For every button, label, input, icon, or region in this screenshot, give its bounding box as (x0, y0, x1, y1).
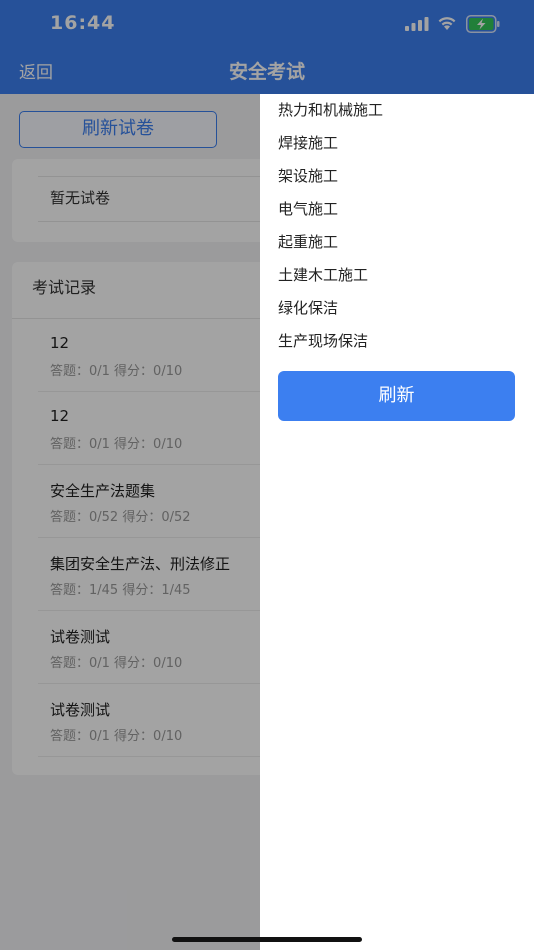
category-item[interactable]: 电气施工 (278, 197, 383, 230)
category-item[interactable]: 生产现场保洁 (278, 329, 383, 362)
refresh-button[interactable]: 刷新 (278, 371, 515, 421)
category-list: 热力和机械施工 焊接施工 架设施工 电气施工 起重施工 土建木工施工 绿化保洁 … (278, 98, 383, 362)
category-item[interactable]: 土建木工施工 (278, 263, 383, 296)
category-item[interactable]: 热力和机械施工 (278, 98, 383, 131)
category-item[interactable]: 起重施工 (278, 230, 383, 263)
category-drawer: 热力和机械施工 焊接施工 架设施工 电气施工 起重施工 土建木工施工 绿化保洁 … (260, 94, 534, 950)
category-item[interactable]: 绿化保洁 (278, 296, 383, 329)
category-item[interactable]: 焊接施工 (278, 131, 383, 164)
home-indicator[interactable] (172, 937, 362, 942)
category-item[interactable]: 架设施工 (278, 164, 383, 197)
